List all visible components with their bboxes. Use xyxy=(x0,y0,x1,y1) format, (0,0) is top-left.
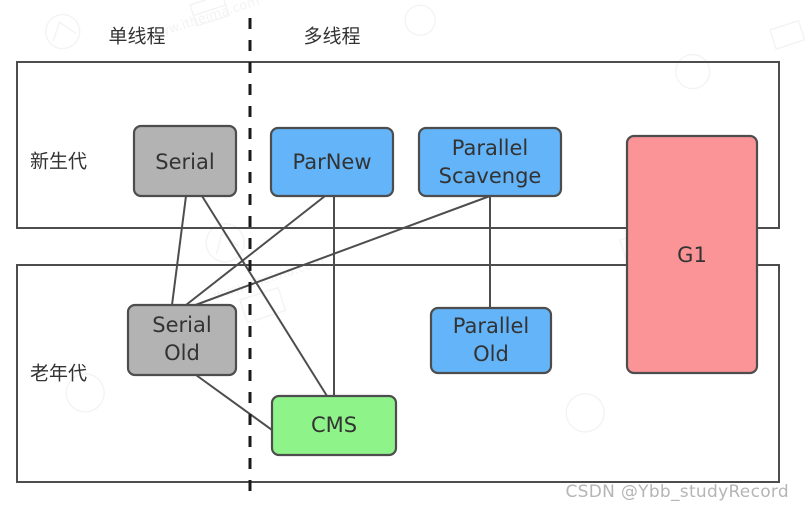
node-parallel-old-label-line1: Parallel xyxy=(453,314,530,338)
node-parallel-scavenge-label-line2: Scavenge xyxy=(439,164,542,188)
diagram-root: www.itheima.com www.itheima.com www.ithe… xyxy=(0,0,809,512)
node-g1[interactable]: G1 xyxy=(625,134,759,375)
old-generation-label: 老年代 xyxy=(30,363,87,385)
gc-collector-diagram: www.itheima.com www.itheima.com www.ithe… xyxy=(16,0,806,502)
single-thread-label: 单线程 xyxy=(108,26,165,48)
node-g1-label: G1 xyxy=(677,243,707,267)
source-watermark: CSDN @Ybb_studyRecord xyxy=(565,482,789,502)
node-parallel-scavenge-label-line1: Parallel xyxy=(452,136,529,160)
connector-parallel-scavenge-to-serial-old xyxy=(189,195,491,308)
connector-serial-to-serial-old xyxy=(171,195,187,306)
node-parnew-label: ParNew xyxy=(292,150,371,174)
node-parallel-old-label-line2: Old xyxy=(473,342,509,366)
young-generation-label: 新生代 xyxy=(30,151,87,173)
node-serial[interactable]: Serial xyxy=(132,124,238,198)
node-parnew[interactable]: ParNew xyxy=(269,126,395,198)
node-parallel-scavenge[interactable]: Parallel Scavenge xyxy=(417,126,563,198)
node-serial-old-label-line2: Old xyxy=(164,341,200,365)
connector-serial-old-to-cms xyxy=(195,374,273,431)
node-cms-label: CMS xyxy=(311,413,357,437)
node-cms[interactable]: CMS xyxy=(270,394,398,457)
multi-thread-label: 多线程 xyxy=(303,26,360,48)
node-serial-old[interactable]: Serial Old xyxy=(126,303,238,377)
node-serial-label: Serial xyxy=(155,150,214,174)
node-parallel-old[interactable]: Parallel Old xyxy=(429,306,553,375)
node-serial-old-label-line1: Serial xyxy=(152,313,211,337)
